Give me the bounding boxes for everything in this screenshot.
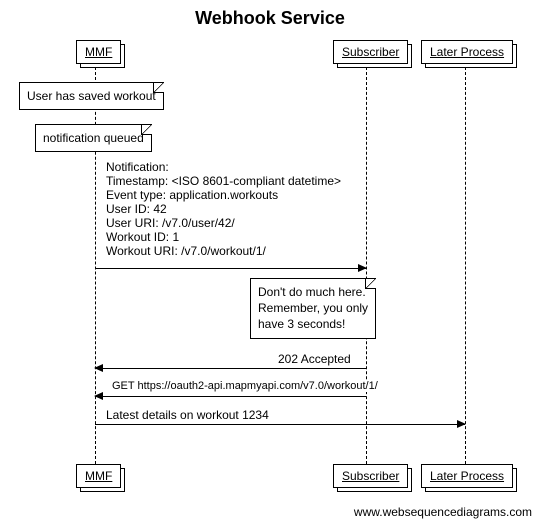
lifeline-later xyxy=(465,62,466,464)
msg-latest-arrow xyxy=(95,424,465,425)
diagram-title: Webhook Service xyxy=(0,0,540,29)
actor-mmf-top: MMF xyxy=(76,40,121,64)
msg-notification-arrow xyxy=(95,268,366,269)
msg-latest-label: Latest details on workout 1234 xyxy=(104,408,271,422)
msg-get-arrow xyxy=(95,396,366,397)
note-warning: Don't do much here. Remember, you only h… xyxy=(250,278,376,339)
msg-accepted-label: 202 Accepted xyxy=(276,352,353,366)
note-saved-workout: User has saved workout xyxy=(19,82,164,110)
actor-later-bottom: Later Process xyxy=(421,464,513,488)
attribution-text: www.websequencediagrams.com xyxy=(354,505,532,519)
note-queued: notification queued xyxy=(35,124,152,152)
msg-get-label: GET https://oauth2-api.mapmyapi.com/v7.0… xyxy=(110,380,380,392)
actor-subscriber-top: Subscriber xyxy=(333,40,408,64)
lifeline-mmf xyxy=(95,62,96,464)
actor-mmf-bottom: MMF xyxy=(76,464,121,488)
msg-notification-label: Notification: Timestamp: <ISO 8601-compl… xyxy=(104,160,343,258)
actor-later-top: Later Process xyxy=(421,40,513,64)
actor-subscriber-bottom: Subscriber xyxy=(333,464,408,488)
lifeline-subscriber xyxy=(366,62,367,464)
msg-accepted-arrow xyxy=(95,368,366,369)
